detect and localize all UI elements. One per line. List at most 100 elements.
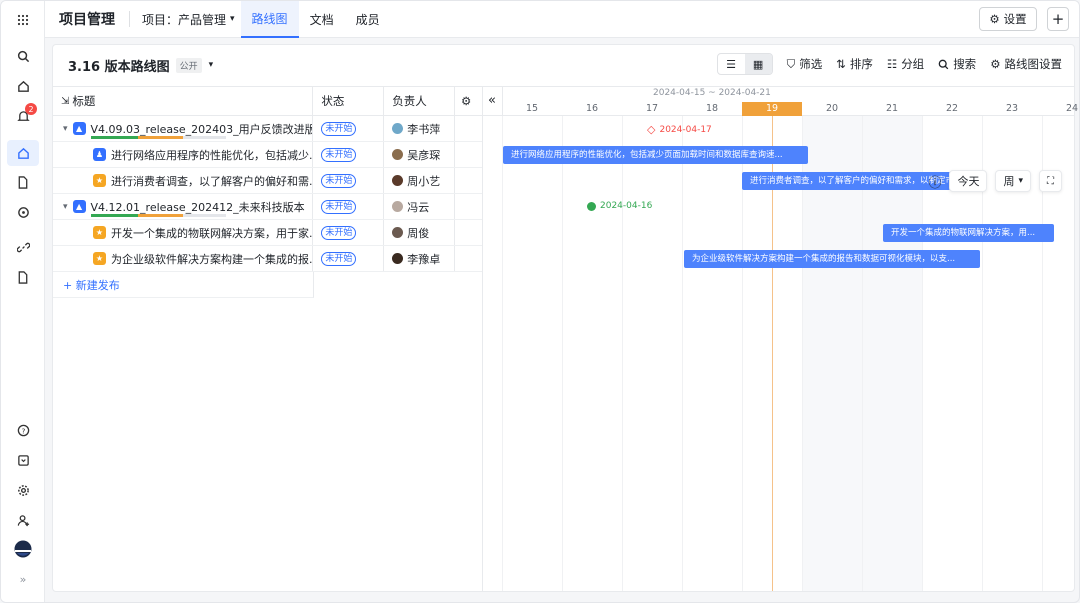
row-owner-cell[interactable]: 周俊	[384, 220, 456, 245]
table-row[interactable]: ★ 进行消费者调查，以了解客户的偏好和需... 未开始 周小艺	[53, 168, 482, 194]
top-bar: 项目管理 项目：产品管理 ▾ 路线图 文档 成员 ⚙ 设置 +	[45, 1, 1079, 38]
grid-menu-icon[interactable]	[13, 10, 33, 30]
row-owner-cell[interactable]: 李豫卓	[384, 246, 456, 271]
table-row[interactable]: ★ 开发一个集成的物联网解决方案，用于家... 未开始 周俊	[53, 220, 482, 246]
app-window: 2 ? » 项目管理 项目：产品管理 ▾ 路线图 文档 成员 ⚙ 设置 + 3.…	[0, 0, 1080, 603]
row-owner-cell[interactable]: 李书萍	[384, 116, 456, 141]
release-table: ⇲ 标题 状态 负责人 ⚙ ▾ ▲ V4.09.03_release_202403…	[53, 86, 483, 591]
table-row[interactable]: ▾ ▲ V4.09.03_release_202403_用户反馈改进版... 未开…	[53, 116, 482, 142]
timeline-header: « 2024-04-15 ~ 2024-04-21 15 16 17 18 19 20 21…	[483, 86, 1078, 116]
row-title-cell[interactable]: ▾ ▲ V4.09.03_release_202403_用户反馈改进版...	[53, 116, 314, 141]
row-owner-cell[interactable]: 吴彦琛	[384, 142, 456, 167]
column-header-status[interactable]: 状态	[313, 87, 385, 115]
table-header: ⇲ 标题 状态 负责人 ⚙	[53, 86, 482, 116]
settings-button[interactable]: ⚙ 设置	[979, 7, 1037, 31]
row-status-cell[interactable]: 未开始	[313, 246, 385, 271]
milestone-date: 2024-04-16	[600, 201, 653, 211]
file-icon[interactable]	[13, 267, 33, 287]
task-icon: ★	[93, 174, 106, 187]
search-button[interactable]: 搜索	[938, 56, 976, 72]
svg-text:?: ?	[21, 426, 25, 435]
roadmap-nav-icon[interactable]	[7, 140, 39, 166]
avatar	[392, 253, 404, 264]
add-release-button[interactable]: + 新建发布	[53, 272, 314, 298]
toolbar: ☰ ▦ ⛉ 筛选 ⇅ 排序 ☷ 分组 搜索 ⚙ 路线图设置	[716, 53, 1062, 75]
sort-icon: ⇅	[836, 57, 846, 71]
avatar	[392, 201, 404, 212]
gear-icon[interactable]	[13, 480, 33, 500]
sort-button[interactable]: ⇅ 排序	[836, 56, 873, 72]
info-icon[interactable]: ⓘ	[928, 172, 941, 191]
row-title-cell[interactable]: ★ 开发一个集成的物联网解决方案，用于家...	[53, 220, 314, 245]
week-range-label: 2024-04-15 ~ 2024-04-21	[653, 88, 771, 98]
expand-caret-icon[interactable]: ▾	[63, 202, 68, 212]
expand-caret-icon[interactable]: ▾	[63, 124, 68, 134]
table-row[interactable]: ★ 为企业级软件解决方案构建一个集成的报... 未开始 李豫卓	[53, 246, 482, 272]
row-status-cell[interactable]: 未开始	[313, 142, 385, 167]
today-button[interactable]: 今天	[949, 170, 988, 192]
table-view-icon[interactable]: ▦	[744, 54, 772, 74]
row-title: V4.09.03_release_202403_用户反馈改进版...	[90, 122, 314, 136]
row-title: V4.12.01_release_202412_未来科技版本	[90, 200, 305, 214]
row-owner-cell[interactable]: 冯云	[384, 194, 456, 219]
day-label: 20	[825, 103, 839, 114]
help-icon[interactable]: ?	[13, 420, 33, 440]
roadmap-panel: 3.16 版本路线图 公开 ▾ ☰ ▦ ⛉ 筛选 ⇅ 排序 ☷ 分组 搜索 ⚙ 路线图设…	[52, 44, 1078, 592]
row-title-cell[interactable]: ♟ 进行网络应用程序的性能优化，包括减少...	[53, 142, 314, 167]
expand-rail-icon[interactable]: »	[13, 569, 33, 589]
milestone-marker[interactable]: ◇ 2024-04-17	[647, 123, 712, 136]
column-header-owner[interactable]: 负责人	[384, 87, 456, 115]
project-selector[interactable]: 项目：产品管理 ▾	[129, 11, 235, 27]
tab-members[interactable]: 成员	[345, 1, 391, 38]
table-body: ▾ ▲ V4.09.03_release_202403_用户反馈改进版... 未开…	[53, 116, 482, 272]
release-progress	[91, 214, 226, 217]
table-row[interactable]: ▾ ▲ V4.12.01_release_202412_未来科技版本 未开始 冯云	[53, 194, 482, 220]
group-button[interactable]: ☷ 分组	[887, 56, 924, 72]
row-status-cell[interactable]: 未开始	[313, 194, 385, 219]
fullscreen-icon[interactable]: ⛶	[1039, 170, 1062, 192]
left-rail: 2 ? »	[1, 1, 45, 602]
row-status-cell[interactable]: 未开始	[313, 220, 385, 245]
task-bar[interactable]: 开发一个集成的物联网解决方案，用...	[883, 224, 1054, 242]
time-unit-select[interactable]: 周 ▾	[995, 170, 1031, 192]
home-icon[interactable]	[13, 76, 33, 96]
compass-icon[interactable]	[13, 202, 33, 222]
collapse-panel-icon[interactable]: «	[488, 93, 496, 108]
task-icon: ★	[93, 252, 106, 265]
roadmap-settings-label: 路线图设置	[1004, 57, 1063, 71]
row-title-cell[interactable]: ★ 为企业级软件解决方案构建一个集成的报...	[53, 246, 314, 271]
row-spacer	[455, 116, 482, 141]
tab-docs[interactable]: 文档	[299, 1, 345, 38]
table-row[interactable]: ♟ 进行网络应用程序的性能优化，包括减少... 未开始 吴彦琛	[53, 142, 482, 168]
user-avatar[interactable]	[13, 539, 33, 559]
page-title: 3.16 版本路线图	[68, 59, 170, 75]
row-status-cell[interactable]: 未开始	[313, 168, 385, 193]
row-title-cell[interactable]: ★ 进行消费者调查，以了解客户的偏好和需...	[53, 168, 314, 193]
inbox-icon[interactable]	[13, 450, 33, 470]
search-icon[interactable]	[13, 46, 33, 66]
roadmap-settings-button[interactable]: ⚙ 路线图设置	[990, 56, 1062, 72]
link-icon[interactable]	[13, 237, 33, 257]
row-owner-cell[interactable]: 周小艺	[384, 168, 456, 193]
row-spacer	[455, 168, 482, 193]
owner-name: 李豫卓	[407, 252, 441, 266]
add-button[interactable]: +	[1047, 7, 1069, 31]
gear-icon: ⚙	[990, 57, 1001, 71]
day-label: 23	[1005, 103, 1019, 114]
tab-roadmap[interactable]: 路线图	[240, 1, 299, 38]
task-icon: ♟	[93, 148, 106, 161]
notification-bell-icon[interactable]: 2	[13, 103, 37, 126]
filter-button[interactable]: ⛉ 筛选	[787, 56, 823, 72]
sort-label: 排序	[849, 57, 873, 71]
add-member-icon[interactable]	[13, 510, 33, 530]
title-dropdown-icon[interactable]: ▾	[209, 60, 214, 70]
task-bar[interactable]: 进行网络应用程序的性能优化，包括减少页面加载时间和数据库查询速...	[503, 146, 808, 164]
row-title-cell[interactable]: ▾ ▲ V4.12.01_release_202412_未来科技版本	[53, 194, 314, 219]
document-icon[interactable]	[13, 172, 33, 192]
row-status-cell[interactable]: 未开始	[313, 116, 385, 141]
column-header-title[interactable]: ⇲ 标题	[53, 87, 314, 115]
milestone-marker[interactable]: 2024-04-16	[587, 201, 652, 211]
task-bar[interactable]: 为企业级软件解决方案构建一个集成的报告和数据可视化模块，以支...	[684, 250, 980, 268]
gantt-view-icon[interactable]: ☰	[718, 54, 745, 74]
column-settings-icon[interactable]: ⚙	[455, 87, 482, 115]
